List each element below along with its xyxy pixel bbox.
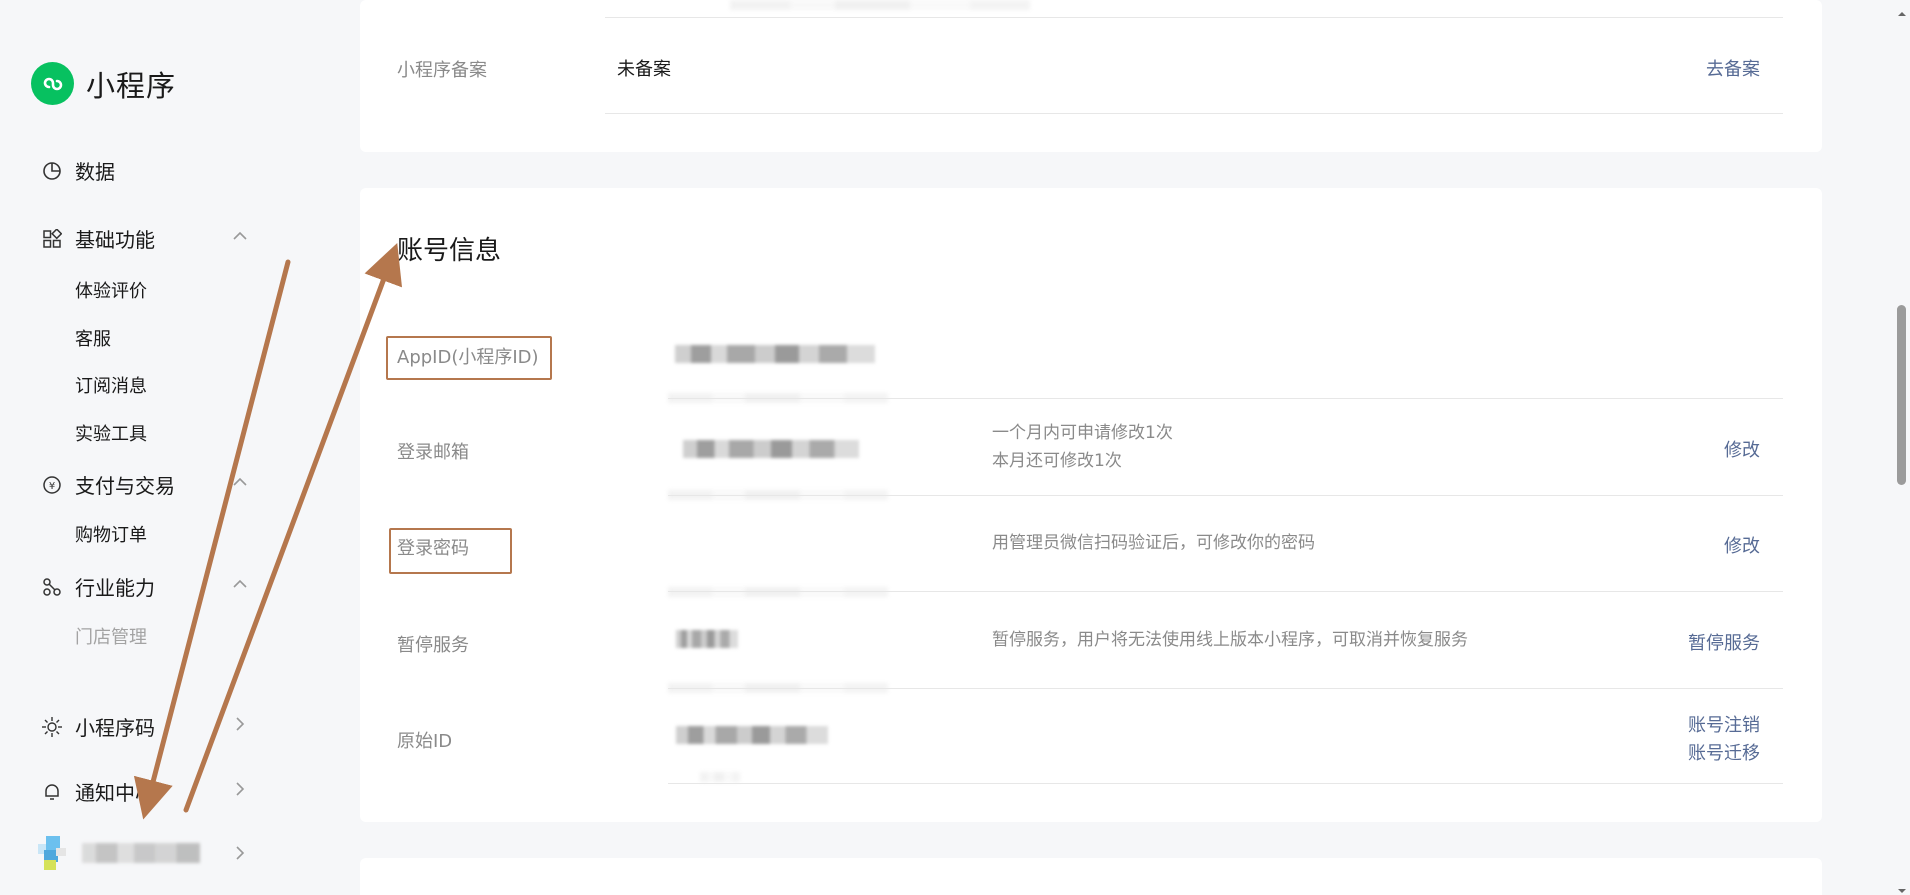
suspend-label: 暂停服务	[397, 635, 469, 656]
original-id-label: 原始ID	[397, 731, 453, 752]
sidebar-item-label: 基础功能	[75, 228, 155, 252]
scroll-thumb[interactable]	[1897, 305, 1906, 485]
divider	[668, 591, 1783, 592]
suspend-value-blurred	[676, 630, 738, 648]
sidebar: 小程序 数据 基础功能 体验评价 客服 订阅消息 实验工具 ¥ 支付与交易 购物…	[0, 0, 300, 895]
account-section-title: 账号信息	[397, 236, 502, 266]
vertical-scrollbar[interactable]	[1893, 0, 1910, 895]
chevron-right-icon[interactable]	[230, 843, 250, 863]
blurred-text	[700, 772, 740, 782]
user-name-blurred	[82, 843, 200, 863]
email-desc-2: 本月还可修改1次	[992, 451, 1122, 471]
sidebar-item-payment[interactable]: ¥ 支付与交易	[41, 470, 175, 499]
sun-burst-icon	[41, 716, 63, 738]
next-section-card	[360, 858, 1822, 895]
sidebar-item-label: 支付与交易	[75, 474, 175, 498]
account-migrate-link[interactable]: 账号迁移	[1660, 739, 1760, 765]
industry-nodes-icon	[41, 576, 63, 598]
divider	[668, 398, 1783, 399]
scroll-down-icon[interactable]	[1897, 881, 1907, 893]
sidebar-sub-subscribe[interactable]: 订阅消息	[75, 372, 147, 398]
suspend-service-link[interactable]: 暂停服务	[1660, 629, 1760, 655]
sidebar-sub-experience[interactable]: 体验评价	[75, 277, 147, 303]
brand-title: 小程序	[86, 68, 177, 103]
email-label: 登录邮箱	[397, 442, 469, 463]
divider	[605, 17, 1783, 18]
svg-text:¥: ¥	[49, 481, 55, 492]
yen-icon: ¥	[41, 474, 63, 496]
highlight-box-appid	[386, 336, 552, 380]
user-account[interactable]	[38, 836, 200, 870]
chevron-up-icon[interactable]	[230, 472, 250, 492]
sidebar-item-label: 通知中心	[75, 781, 155, 805]
grid-apps-icon	[41, 228, 63, 250]
chevron-right-icon[interactable]	[230, 714, 250, 734]
divider	[668, 783, 1783, 784]
sidebar-item-label: 小程序码	[75, 716, 155, 740]
filing-card	[360, 0, 1822, 152]
sidebar-sub-service[interactable]: 客服	[75, 325, 111, 351]
blurred-text	[730, 0, 1030, 10]
sidebar-sub-orders[interactable]: 购物订单	[75, 521, 147, 547]
sidebar-item-basic[interactable]: 基础功能	[41, 224, 155, 253]
account-info-card	[360, 188, 1822, 822]
password-desc: 用管理员微信扫码验证后，可修改你的密码	[992, 533, 1315, 553]
divider	[668, 688, 1783, 689]
email-value-blurred	[683, 440, 859, 458]
chevron-up-icon[interactable]	[230, 226, 250, 246]
sidebar-item-label: 数据	[75, 160, 115, 184]
chevron-up-icon[interactable]	[230, 574, 250, 594]
email-desc-1: 一个月内可申请修改1次	[992, 423, 1173, 443]
highlight-box-password	[389, 528, 512, 574]
email-modify-link[interactable]: 修改	[1660, 436, 1760, 462]
brand[interactable]: 小程序	[31, 62, 176, 105]
chevron-right-icon[interactable]	[230, 779, 250, 799]
sidebar-item-label: 行业能力	[75, 576, 155, 600]
suspend-desc: 暂停服务，用户将无法使用线上版本小程序，可取消并恢复服务	[992, 630, 1468, 650]
divider	[668, 495, 1783, 496]
divider	[605, 113, 1783, 114]
pie-chart-icon	[41, 160, 63, 182]
filing-value: 未备案	[617, 59, 671, 80]
sidebar-sub-store[interactable]: 门店管理	[75, 623, 147, 649]
sidebar-item-notify[interactable]: 通知中心	[41, 777, 155, 806]
blurred-text	[668, 587, 888, 597]
scroll-up-icon[interactable]	[1897, 4, 1907, 16]
password-modify-link[interactable]: 修改	[1660, 532, 1760, 558]
sidebar-item-qrcode[interactable]: 小程序码	[41, 712, 155, 741]
miniprogram-logo-icon	[31, 62, 74, 105]
avatar	[38, 836, 66, 870]
sidebar-item-data[interactable]: 数据	[41, 156, 115, 185]
appid-value-blurred	[675, 345, 875, 363]
bell-icon	[41, 781, 63, 803]
filing-action-link[interactable]: 去备案	[1660, 55, 1760, 81]
sidebar-item-industry[interactable]: 行业能力	[41, 572, 155, 601]
account-cancel-link[interactable]: 账号注销	[1660, 711, 1760, 737]
original-id-value-blurred	[676, 726, 828, 744]
sidebar-sub-lab[interactable]: 实验工具	[75, 420, 147, 446]
filing-label: 小程序备案	[397, 60, 487, 81]
